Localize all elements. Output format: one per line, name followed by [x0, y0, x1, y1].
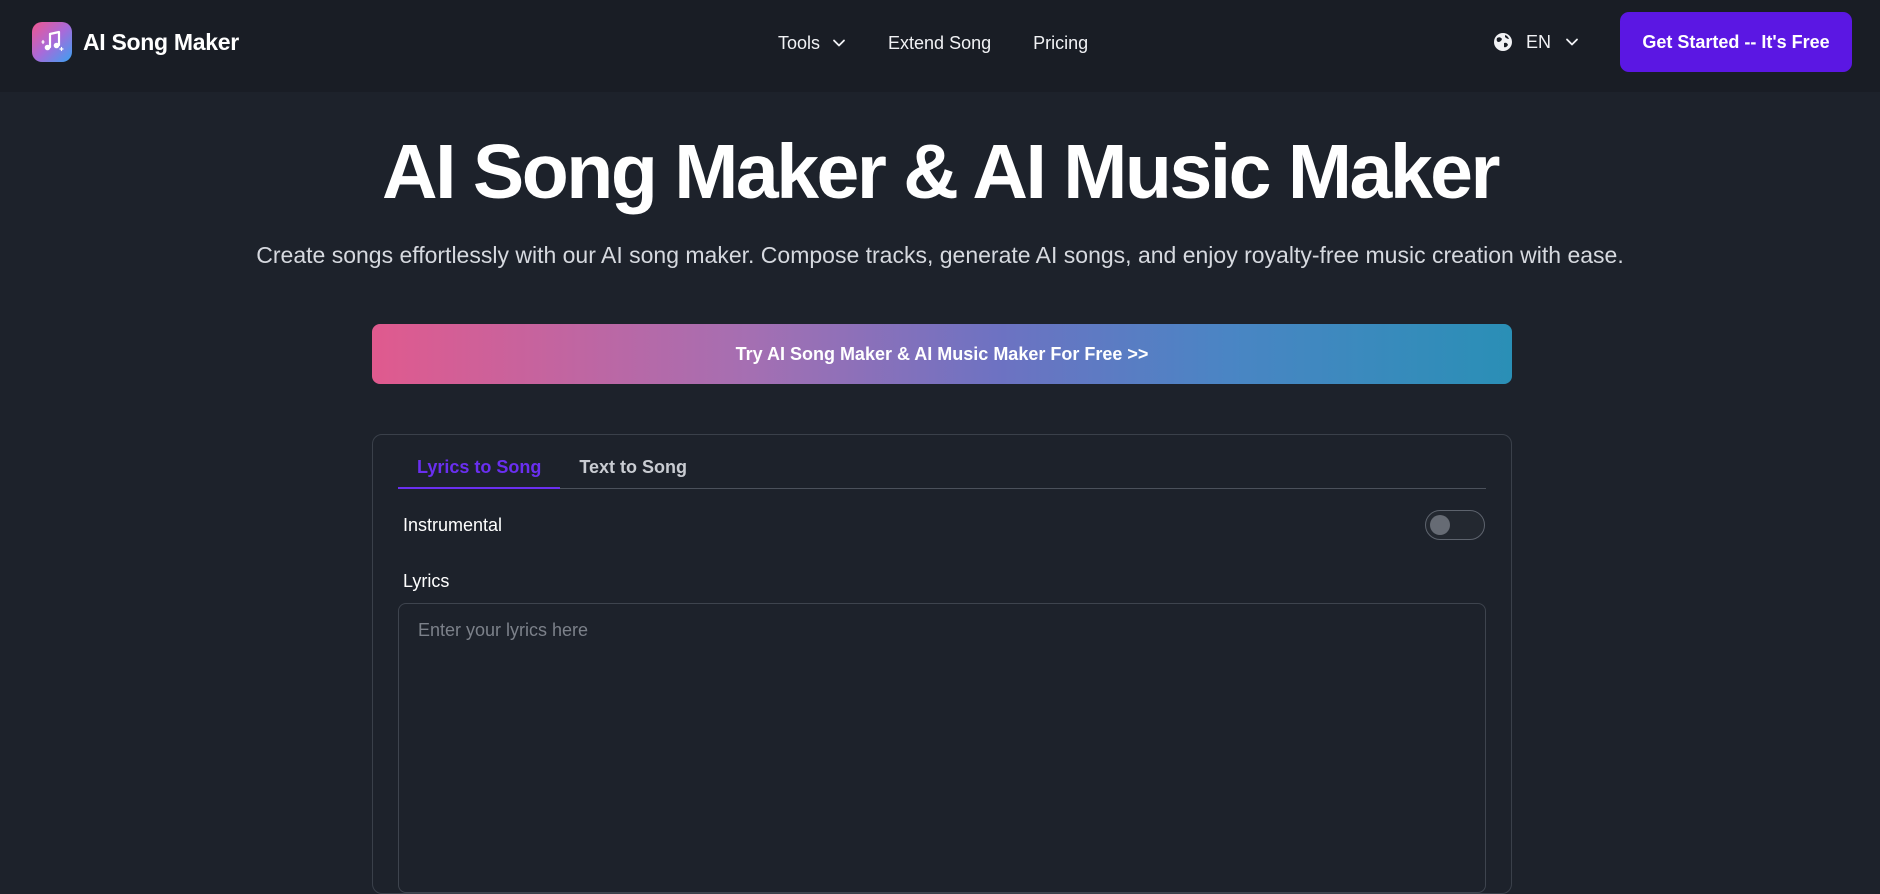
lyrics-input[interactable]	[398, 603, 1486, 893]
tab-lyrics-to-song[interactable]: Lyrics to Song	[398, 455, 561, 489]
nav-pricing-link[interactable]: Pricing	[1033, 33, 1088, 54]
hero-subtitle: Create songs effortlessly with our AI so…	[256, 242, 1624, 268]
song-generator-card: Lyrics to Song Text to Song Instrumental…	[372, 434, 1512, 894]
instrumental-label: Instrumental	[403, 514, 503, 535]
top-navigation-bar: AI Song Maker Tools Extend Song Pricing …	[0, 0, 1880, 92]
brand-link[interactable]: AI Song Maker	[32, 21, 239, 63]
tab-text-to-song[interactable]: Text to Song	[560, 455, 706, 489]
main-nav: Tools Extend Song Pricing	[778, 30, 1088, 56]
nav-pricing-label: Pricing	[1033, 32, 1089, 53]
nav-extend-song-label: Extend Song	[888, 32, 992, 53]
brand-name: AI Song Maker	[83, 28, 239, 55]
page-title: AI Song Maker & AI Music Maker	[382, 129, 1500, 215]
instrumental-toggle[interactable]	[1425, 510, 1485, 540]
chevron-down-icon	[832, 36, 846, 50]
get-started-button[interactable]: Get Started -- It's Free	[1620, 12, 1852, 72]
instrumental-row: Instrumental	[403, 510, 1485, 540]
nav-tools-label: Tools	[778, 32, 821, 53]
chevron-down-icon	[1565, 35, 1579, 49]
language-selector[interactable]: EN	[1492, 31, 1579, 53]
nav-extend-song-link[interactable]: Extend Song	[888, 33, 991, 54]
try-for-free-button[interactable]: Try AI Song Maker & AI Music Maker For F…	[372, 324, 1512, 384]
toggle-knob	[1430, 515, 1450, 535]
language-label: EN	[1526, 31, 1552, 52]
mode-tabs: Lyrics to Song Text to Song	[398, 455, 1486, 489]
music-note-icon	[32, 22, 72, 62]
nav-tools-dropdown[interactable]: Tools	[778, 33, 846, 54]
lyrics-label: Lyrics	[403, 571, 450, 591]
globe-icon	[1492, 31, 1514, 53]
